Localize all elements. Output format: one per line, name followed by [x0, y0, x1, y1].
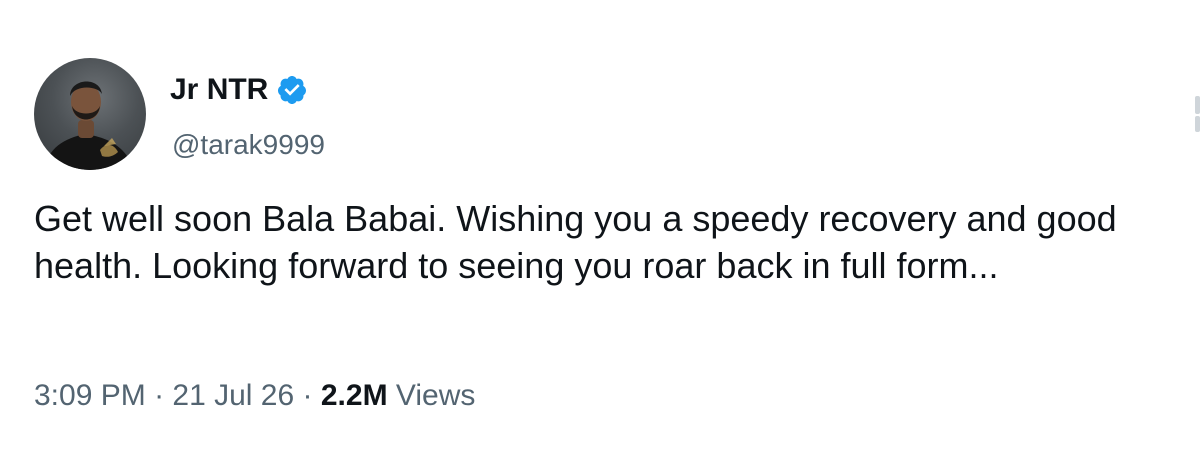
tweet: Jr NTR @tarak9999 Get well soon Bala Bab… [0, 0, 1200, 458]
avatar[interactable] [34, 58, 146, 170]
tweet-time[interactable]: 3:09 PM [34, 379, 146, 412]
tweet-date[interactable]: 21 Jul 26 [172, 379, 294, 412]
author-name[interactable]: Jr NTR [170, 72, 308, 108]
meta-separator: · [154, 379, 165, 412]
verified-badge-icon [278, 76, 307, 104]
tweet-text: Get well soon Bala Babai. Wishing you a … [34, 198, 1117, 286]
views-count[interactable]: 2.2M [321, 379, 388, 412]
views-label[interactable]: Views [396, 379, 475, 412]
edge-artifact [1195, 96, 1200, 114]
author-handle[interactable]: @tarak9999 [172, 128, 325, 162]
author-name-text[interactable]: Jr NTR [170, 72, 268, 108]
meta-separator: · [302, 379, 313, 412]
avatar-photo [44, 81, 134, 170]
edge-artifact [1195, 116, 1200, 132]
tweet-meta: 3:09 PM · 21 Jul 26 · 2.2M Views [34, 377, 475, 415]
